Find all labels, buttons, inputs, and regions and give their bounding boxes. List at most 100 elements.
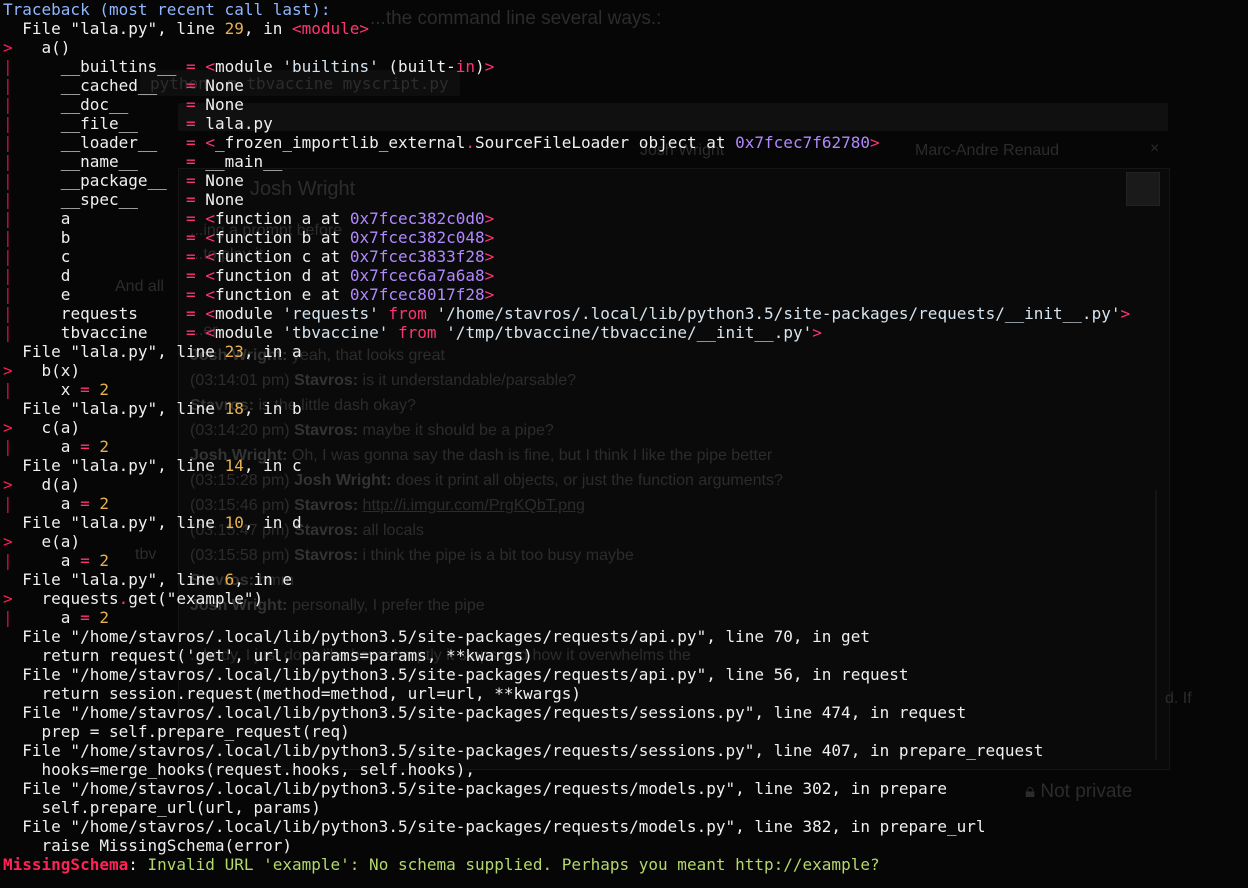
traceback-line: File "lala.py", line 23, in a — [3, 342, 1130, 361]
traceback-segment: < — [205, 133, 215, 152]
traceback-line: MissingSchema: Invalid URL 'example': No… — [3, 855, 1130, 874]
traceback-segment: __package__ — [12, 171, 187, 190]
traceback-segment: = — [186, 171, 196, 190]
traceback-segment: d — [12, 266, 187, 285]
traceback-segment: get("example") — [128, 589, 264, 608]
traceback-segment — [437, 323, 447, 342]
current-line-marker: > — [3, 589, 13, 608]
chat-scrollbar[interactable] — [1155, 490, 1157, 760]
traceback-segment: > — [484, 228, 495, 247]
chat-close-button[interactable]: × — [1150, 140, 1159, 158]
locals-gutter: | — [3, 209, 13, 228]
traceback-segment: requests — [12, 589, 119, 608]
traceback-segment: = — [186, 304, 196, 323]
traceback-segment: 2 — [99, 551, 109, 570]
traceback-segment: 6 — [224, 570, 235, 589]
background-side-text-3: d. If — [1165, 690, 1192, 707]
traceback-segment: Invalid URL 'example': No schema supplie… — [147, 855, 880, 874]
traceback-line: | a = <function a at 0x7fcec382c0d0> — [3, 209, 1130, 228]
current-line-marker: > — [3, 532, 13, 551]
traceback-line: Traceback (most recent call last): — [3, 0, 1130, 19]
locals-gutter: | — [3, 171, 13, 190]
traceback-segment — [90, 380, 100, 399]
traceback-segment: b — [12, 228, 187, 247]
traceback-segment: = — [186, 323, 196, 342]
traceback-segment: raise MissingSchema(error) — [3, 836, 292, 855]
traceback-segment: c(a) — [12, 418, 81, 437]
traceback-segment: None — [195, 171, 244, 190]
traceback-segment: , in a — [243, 342, 302, 361]
traceback-segment: = — [80, 551, 90, 570]
traceback-segment: File "/home/stavros/.local/lib/python3.5… — [3, 741, 1044, 760]
traceback-segment: File "lala.py", line — [3, 399, 225, 418]
traceback-line: File "lala.py", line 14, in c — [3, 456, 1130, 475]
traceback-segment: in — [455, 57, 476, 76]
traceback-line: | e = <function e at 0x7fcec8017f28> — [3, 285, 1130, 304]
traceback-line: | a = 2 — [3, 608, 1130, 627]
traceback-line: > c(a) — [3, 418, 1130, 437]
traceback-segment: tbvaccine — [12, 323, 187, 342]
traceback-line: | tbvaccine = <module 'tbvaccine' from '… — [3, 323, 1130, 342]
current-line-marker: > — [3, 361, 13, 380]
traceback-line: File "lala.py", line 29, in <module> — [3, 19, 1130, 38]
traceback-segment: __doc__ — [12, 95, 187, 114]
traceback-line: | __name__ = __main__ — [3, 152, 1130, 171]
traceback-segment — [196, 247, 206, 266]
traceback-line: > requests.get("example") — [3, 589, 1130, 608]
traceback-segment: (built- — [378, 57, 456, 76]
traceback-segment: 10 — [224, 513, 244, 532]
traceback-line: | __file__ = lala.py — [3, 114, 1130, 133]
traceback-segment: 'requests' — [282, 304, 379, 323]
traceback-segment: , in — [243, 19, 292, 38]
traceback-segment: d(a) — [12, 475, 81, 494]
traceback-segment: x — [12, 380, 81, 399]
traceback-segment: = — [80, 380, 90, 399]
traceback-segment — [90, 437, 100, 456]
traceback-segment: __spec__ — [12, 190, 187, 209]
locals-gutter: | — [3, 95, 13, 114]
locals-gutter: | — [3, 494, 13, 513]
traceback-segment: < — [205, 323, 215, 342]
traceback-segment: File "/home/stavros/.local/lib/python3.5… — [3, 817, 986, 836]
traceback-segment: 0x7fcec8017f28 — [349, 285, 485, 304]
traceback-segment: = — [186, 247, 196, 266]
traceback-segment: self.prepare_url(url, params) — [3, 798, 321, 817]
traceback-segment — [196, 266, 206, 285]
traceback-segment: , in b — [243, 399, 302, 418]
traceback-segment — [196, 209, 206, 228]
traceback-segment: 0x7fcec382c0d0 — [349, 209, 485, 228]
traceback-line: | __builtins__ = <module 'builtins' (bui… — [3, 57, 1130, 76]
traceback-segment: = — [80, 494, 90, 513]
traceback-segment: . — [118, 589, 129, 608]
terminal-output[interactable]: Traceback (most recent call last): File … — [3, 0, 1130, 874]
traceback-segment: > — [870, 133, 880, 152]
traceback-segment: < — [205, 266, 215, 285]
traceback-segment: SourceFileLoader object at — [475, 133, 736, 152]
traceback-segment: = — [186, 57, 196, 76]
traceback-line: > d(a) — [3, 475, 1130, 494]
traceback-segment: a — [12, 209, 187, 228]
traceback-line: prep = self.prepare_request(req) — [3, 722, 1130, 741]
traceback-segment: > — [812, 323, 822, 342]
traceback-segment: File "lala.py", line — [3, 570, 225, 589]
locals-gutter: | — [3, 114, 13, 133]
current-line-marker: > — [3, 475, 13, 494]
traceback-line: | d = <function d at 0x7fcec6a7a6a8> — [3, 266, 1130, 285]
traceback-segment: 'tbvaccine' — [282, 323, 389, 342]
traceback-segment: > — [1120, 304, 1131, 323]
traceback-segment — [196, 323, 206, 342]
traceback-segment: < — [205, 247, 215, 266]
traceback-line: self.prepare_url(url, params) — [3, 798, 1130, 817]
traceback-segment: hooks=merge_hooks(request.hooks, self.ho… — [3, 760, 476, 779]
traceback-segment: = — [186, 228, 196, 247]
traceback-segment: lala.py — [195, 114, 273, 133]
traceback-segment: 2 — [99, 608, 109, 627]
traceback-line: File "/home/stavros/.local/lib/python3.5… — [3, 779, 1130, 798]
traceback-segment: Traceback (most recent call last): — [3, 0, 331, 19]
traceback-segment: File "lala.py", line — [3, 19, 225, 38]
locals-gutter: | — [3, 152, 13, 171]
traceback-segment: 14 — [224, 456, 244, 475]
traceback-segment: , in d — [243, 513, 302, 532]
traceback-segment: function c at — [214, 247, 350, 266]
traceback-line: File "/home/stavros/.local/lib/python3.5… — [3, 741, 1130, 760]
